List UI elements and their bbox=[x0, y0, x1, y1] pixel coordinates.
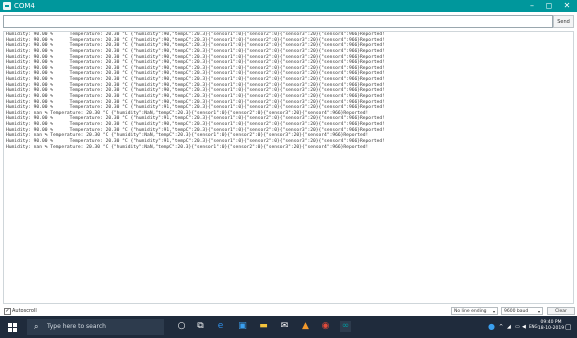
close-button[interactable]: ✕ bbox=[560, 0, 574, 12]
network-icon[interactable]: ◢ bbox=[507, 322, 511, 332]
baud-value: 9600 baud bbox=[504, 309, 529, 314]
title-bar: COM4 – ◻ ✕ bbox=[0, 0, 577, 12]
edge-icon[interactable]: e bbox=[215, 321, 226, 332]
explorer-icon[interactable]: ▬ bbox=[258, 321, 269, 332]
send-button[interactable]: Send bbox=[553, 15, 574, 28]
chrome-icon[interactable]: ◉ bbox=[320, 321, 331, 332]
taskbar: ⌕ Type here to search ○ ⧉ e ▣ ▬ ✉ ▲ ◉ ∞ … bbox=[0, 316, 577, 338]
taskbar-search[interactable]: ⌕ Type here to search bbox=[27, 319, 164, 335]
clock[interactable]: 09:40 PM 18-10-2019 bbox=[537, 320, 565, 332]
clock-date: 18-10-2019 bbox=[537, 326, 565, 331]
search-icon: ⌕ bbox=[34, 322, 39, 331]
cortana-icon[interactable]: ○ bbox=[176, 321, 187, 332]
autoscroll-checkbox[interactable]: ✓ bbox=[4, 308, 11, 315]
options-bar: ✓ Autoscroll No line ending ▾ 9600 baud … bbox=[0, 306, 577, 322]
line-ending-value: No line ending bbox=[454, 309, 487, 314]
chevron-down-icon: ▾ bbox=[492, 309, 495, 314]
console-line: Humidity: nan % Temperature: 20.30 °C {"… bbox=[6, 144, 369, 150]
autoscroll-label: Autoscroll bbox=[12, 308, 37, 314]
send-row: Send bbox=[0, 15, 577, 28]
battery-icon[interactable]: ▭ bbox=[515, 322, 520, 332]
minimize-button[interactable]: – bbox=[525, 0, 539, 12]
windows-start-icon[interactable] bbox=[8, 323, 17, 332]
line-ending-select[interactable]: No line ending ▾ bbox=[451, 307, 498, 315]
window-title: COM4 bbox=[14, 2, 35, 10]
maximize-button[interactable]: ◻ bbox=[542, 0, 556, 12]
mail-icon[interactable]: ✉ bbox=[279, 321, 290, 332]
chevron-down-icon: ▾ bbox=[537, 309, 540, 314]
search-placeholder: Type here to search bbox=[47, 323, 106, 330]
vlc-icon[interactable]: ▲ bbox=[300, 321, 311, 332]
people-icon[interactable]: ● bbox=[488, 322, 495, 332]
task-view-icon[interactable]: ⧉ bbox=[195, 321, 206, 332]
baud-select[interactable]: 9600 baud ▾ bbox=[501, 307, 543, 315]
notifications-icon[interactable]: ▢ bbox=[565, 322, 572, 332]
store-icon[interactable]: ▣ bbox=[237, 321, 248, 332]
serial-output[interactable]: Humidity: 90.00 % Temperature: 20.30 °C … bbox=[3, 31, 574, 304]
send-input[interactable] bbox=[3, 15, 553, 28]
arduino-taskbar-icon[interactable]: ∞ bbox=[340, 321, 351, 332]
clear-output-button[interactable]: Clear output bbox=[547, 307, 575, 322]
chevron-up-icon[interactable]: ^ bbox=[499, 322, 503, 332]
arduino-icon bbox=[3, 2, 11, 10]
volume-icon[interactable]: ◀ bbox=[522, 322, 526, 332]
